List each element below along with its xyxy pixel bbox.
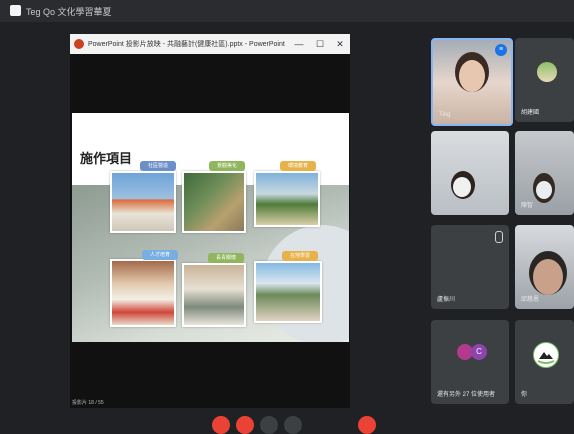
powerpoint-titlebar: PowerPoint 投影片放映 - 共融藝計(健康社區).pptx - Pow…: [70, 34, 350, 54]
participant-face: [459, 60, 485, 92]
minimize-button[interactable]: —: [292, 37, 306, 51]
participant-tile[interactable]: [431, 131, 509, 215]
participant-tile[interactable]: ≡ Ting: [431, 38, 513, 126]
participant-face: [533, 259, 563, 295]
slide-photo: [254, 171, 320, 227]
meet-logo-icon: [10, 5, 21, 16]
participant-tile[interactable]: 你: [515, 320, 574, 404]
slide-tag: 長青關懷: [208, 253, 244, 263]
slide-photo: [110, 171, 176, 233]
participant-tile[interactable]: 盧振川: [431, 225, 509, 309]
avatar: C: [471, 344, 487, 360]
leave-call-button[interactable]: [358, 416, 376, 434]
participant-tile[interactable]: C 還有另外 27 位使用者: [431, 320, 509, 404]
participant-tile[interactable]: 胡建國: [515, 38, 574, 122]
participant-name: 你: [521, 392, 528, 398]
participant-name: 陳智: [521, 203, 534, 209]
powerpoint-icon: [74, 39, 84, 49]
slide-heading: 施作項目: [80, 151, 133, 166]
mic-button[interactable]: [212, 416, 230, 434]
participant-tile[interactable]: 陳智: [515, 131, 574, 215]
slide-tag: 環境教育: [280, 161, 316, 171]
slide-photo: [182, 263, 246, 327]
others-count-label: 還有另外 27 位使用者: [437, 392, 496, 398]
window-title: Teg Qo 文化學習華夏: [26, 7, 112, 17]
slide-tag: 人才培育: [142, 250, 178, 260]
participant-name: 盧振川: [437, 297, 456, 303]
slide-tag: 社區營造: [140, 161, 176, 171]
participant-name: 胡建國: [521, 110, 540, 116]
camera-button[interactable]: [236, 416, 254, 434]
maximize-button[interactable]: ☐: [313, 37, 327, 51]
slide-photo: [254, 261, 322, 323]
powerpoint-title: PowerPoint 投影片放映 - 共融藝計(健康社區).pptx - Pow…: [88, 41, 285, 48]
more-options-button[interactable]: [284, 416, 302, 434]
avatar: [537, 62, 557, 82]
title-bar: Teg Qo 文化學習華夏: [0, 0, 574, 22]
participant-tile[interactable]: 邱慈恩: [515, 225, 574, 309]
slide-tag: 景觀美化: [209, 161, 245, 171]
slide-status: 投影片 18 / 55: [72, 400, 104, 406]
participant-name: 邱慈恩: [521, 297, 540, 303]
slide-photo: [110, 259, 176, 327]
mountain-logo-icon: [533, 342, 559, 368]
present-button[interactable]: [260, 416, 278, 434]
mic-active-icon: ≡: [495, 44, 507, 56]
mic-icon: [495, 231, 503, 243]
slide-photo: [182, 171, 246, 233]
participant-mask: [536, 181, 552, 199]
participant-mask: [453, 177, 471, 197]
slide-tag: 在地學習: [282, 251, 318, 261]
participant-name: Ting: [439, 112, 451, 118]
presentation-slide[interactable]: 施作項目 社區營造 景觀美化 環境教育 人才培育 長青關懷 在地學習: [72, 113, 349, 342]
close-button[interactable]: ✕: [333, 37, 347, 51]
